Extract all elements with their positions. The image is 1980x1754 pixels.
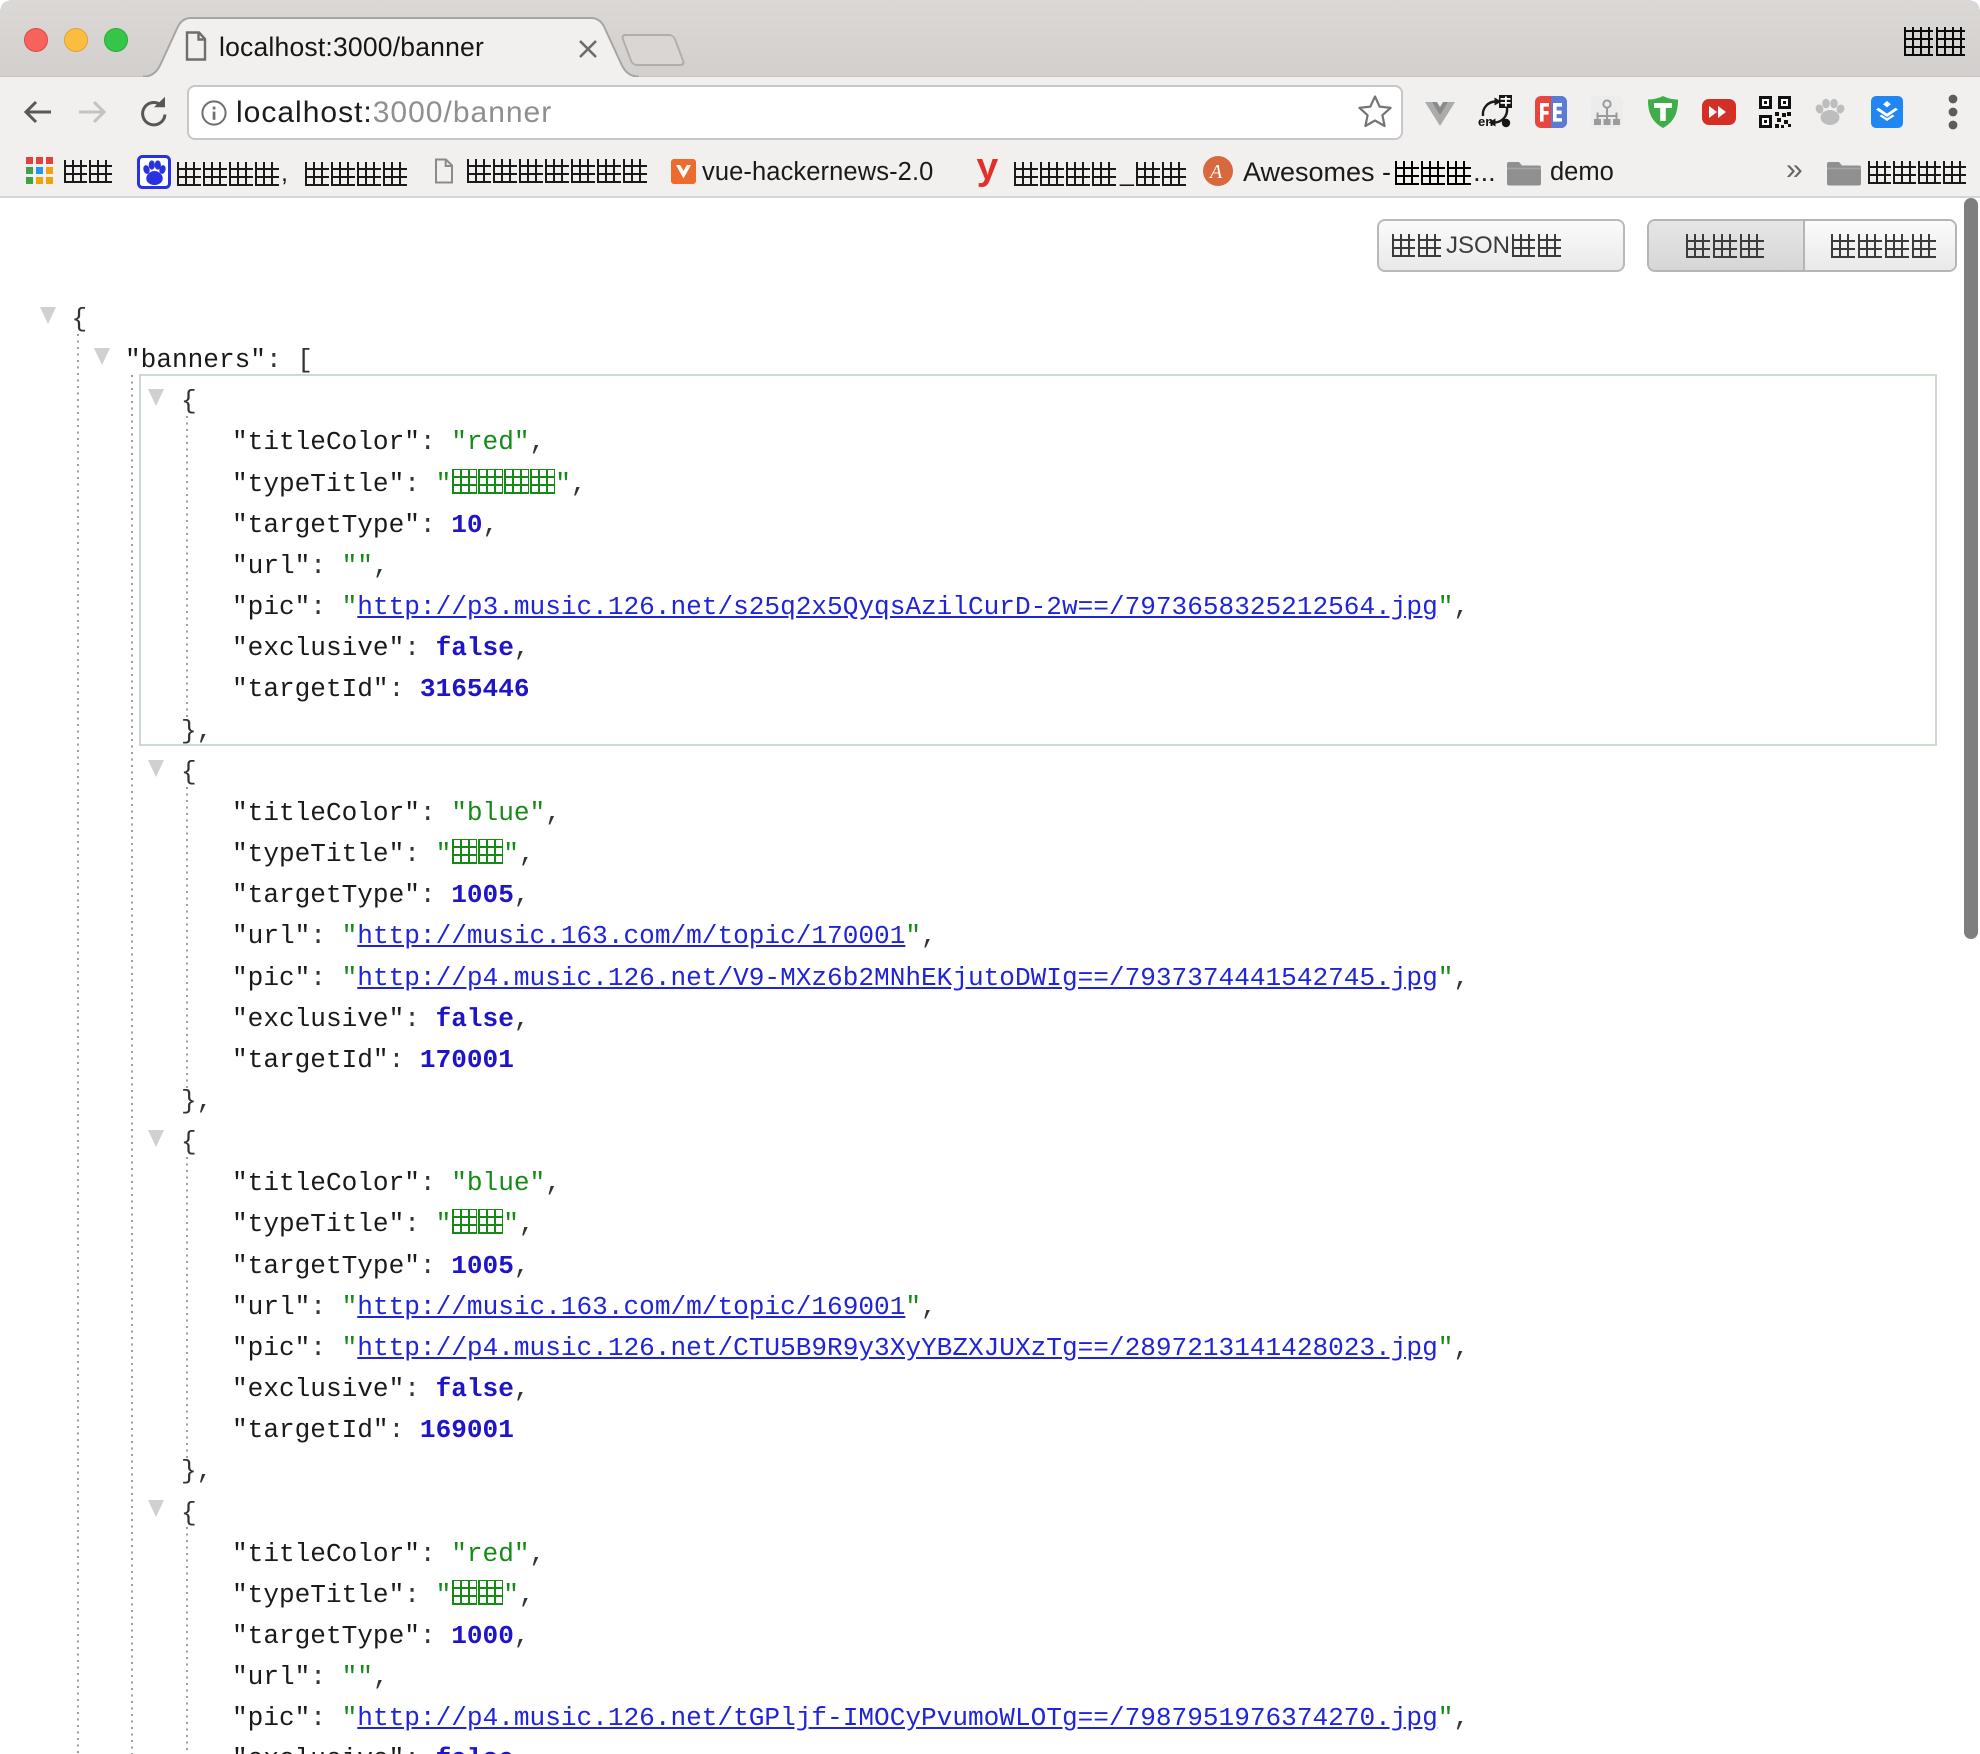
svg-text:en: en	[1478, 114, 1493, 129]
svg-text:A: A	[1208, 161, 1223, 183]
